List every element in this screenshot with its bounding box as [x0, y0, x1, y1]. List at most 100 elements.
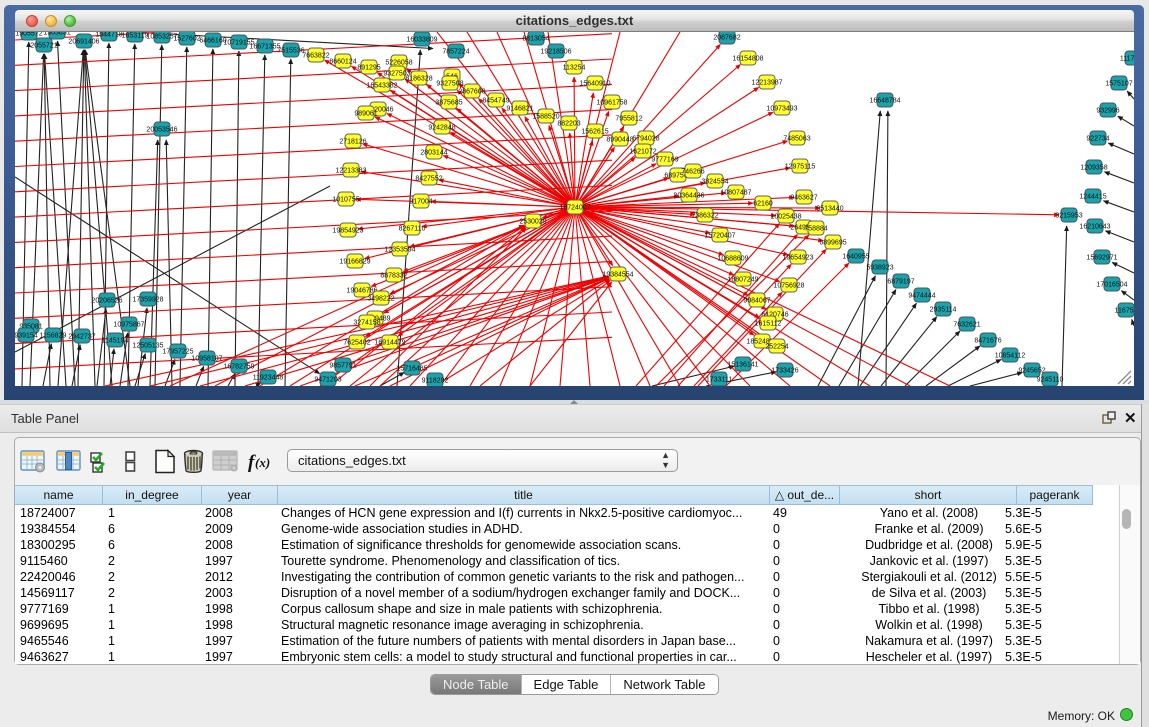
svg-text:10025438: 10025438	[770, 214, 801, 221]
svg-text:1903831: 1903831	[43, 32, 70, 37]
svg-text:1733111: 1733111	[706, 377, 732, 384]
svg-text:62160: 62160	[753, 201, 773, 208]
svg-text:2087682: 2087682	[713, 35, 740, 42]
svg-text:17957225: 17957225	[162, 349, 193, 356]
svg-text:8813054: 8813054	[522, 36, 549, 43]
svg-text:20053546: 20053546	[146, 127, 177, 134]
svg-text:3274158: 3274158	[353, 320, 380, 327]
svg-text:(x): (x)	[255, 455, 270, 470]
svg-text:2935114: 2935114	[930, 307, 957, 314]
svg-text:2055721: 2055721	[30, 43, 57, 50]
svg-text:8427552: 8427552	[415, 176, 442, 183]
svg-text:16543382: 16543382	[366, 83, 397, 90]
svg-text:746266: 746266	[681, 169, 704, 176]
svg-text:2867608: 2867608	[458, 89, 485, 96]
svg-text:3215953: 3215953	[1055, 213, 1082, 220]
svg-text:7515536: 7515536	[277, 48, 304, 55]
svg-text:1853119: 1853119	[122, 33, 149, 40]
svg-text:16648784: 16648784	[869, 98, 900, 105]
svg-text:10688609: 10688609	[717, 256, 748, 263]
svg-text:9857791: 9857791	[329, 363, 356, 370]
svg-text:8186328: 8186328	[405, 76, 432, 83]
svg-text:1944718: 1944718	[95, 32, 122, 39]
svg-text:1145194: 1145194	[102, 338, 129, 345]
svg-text:10807487: 10807487	[720, 190, 751, 197]
svg-text:15136141: 15136141	[727, 362, 758, 369]
svg-text:15720407: 15720407	[704, 233, 735, 240]
svg-text:1010755: 1010755	[332, 197, 359, 204]
svg-text:19218506: 19218506	[540, 49, 571, 56]
svg-text:10961758: 10961758	[596, 100, 627, 107]
svg-text:922734: 922734	[1086, 136, 1109, 143]
svg-text:2942737: 2942737	[68, 334, 95, 341]
svg-text:20364436: 20364436	[673, 193, 704, 200]
svg-text:12505135: 12505135	[132, 343, 163, 350]
svg-text:19166829: 19166829	[339, 259, 370, 266]
svg-text:5226058: 5226058	[385, 60, 412, 67]
svg-text:7632621: 7632621	[953, 322, 980, 329]
svg-text:9327508: 9327508	[436, 81, 463, 88]
svg-text:12353594: 12353594	[384, 247, 415, 254]
svg-text:5938923: 5938923	[866, 265, 893, 272]
svg-text:989061: 989061	[354, 111, 377, 118]
svg-text:9242848: 9242848	[428, 125, 455, 132]
svg-text:1575107: 1575107	[1105, 81, 1132, 88]
svg-text:9146821: 9146821	[506, 106, 533, 113]
svg-text:7625402: 7625402	[343, 340, 370, 347]
svg-text:7663822: 7663822	[302, 53, 329, 60]
svg-text:11923448: 11923448	[253, 375, 284, 382]
svg-text:18807249: 18807249	[727, 277, 758, 284]
svg-text:19854923: 19854923	[332, 228, 363, 235]
svg-text:8990448: 8990448	[606, 137, 633, 144]
svg-text:9777169: 9777169	[651, 157, 678, 164]
svg-text:1156829: 1156829	[40, 333, 67, 340]
svg-text:16782759: 16782759	[223, 364, 254, 371]
svg-text:1905572: 1905572	[15, 32, 42, 38]
svg-text:10973493: 10973493	[766, 106, 797, 113]
svg-text:9084067: 9084067	[743, 298, 770, 305]
svg-text:7485063: 7485063	[783, 136, 810, 143]
svg-text:939154: 939154	[15, 333, 38, 340]
svg-text:6879197: 6879197	[887, 279, 914, 286]
svg-text:10958107: 10958107	[191, 356, 222, 363]
svg-text:9118292: 9118292	[422, 378, 449, 385]
svg-text:16210643: 16210643	[1079, 224, 1110, 231]
svg-text:3875685: 3875685	[435, 100, 462, 107]
svg-text:1209358: 1209358	[1080, 165, 1107, 172]
svg-text:932996: 932996	[1096, 108, 1119, 115]
svg-text:8660124: 8660124	[329, 59, 356, 66]
svg-text:1527602: 1527602	[173, 36, 200, 43]
svg-text:116753: 116753	[1115, 308, 1134, 315]
svg-text:8471676: 8471676	[974, 338, 1001, 345]
svg-text:2530029: 2530029	[519, 219, 546, 226]
svg-text:16033809: 16033809	[406, 37, 437, 44]
svg-text:1117524: 1117524	[1120, 56, 1134, 63]
svg-text:20691406: 20691406	[68, 39, 99, 46]
svg-text:8878332: 8878332	[380, 273, 407, 280]
svg-text:15640910: 15640910	[579, 81, 610, 88]
svg-text:2803144: 2803144	[420, 150, 447, 157]
svg-text:9474444: 9474444	[908, 293, 935, 300]
svg-text:18724007: 18724007	[559, 205, 590, 212]
svg-text:12213383: 12213383	[335, 168, 366, 175]
svg-text:9513440: 9513440	[816, 206, 843, 213]
svg-text:1733426: 1733426	[771, 368, 798, 375]
svg-text:9245110: 9245110	[1037, 377, 1064, 384]
svg-text:16671355: 16671355	[249, 44, 280, 51]
svg-text:9471203: 9471203	[314, 377, 341, 384]
svg-text:6899695: 6899695	[819, 240, 846, 247]
svg-text:9245652: 9245652	[1018, 368, 1045, 375]
svg-text:19384554: 19384554	[602, 272, 633, 279]
svg-text:10654112: 10654112	[995, 353, 1026, 360]
svg-text:12213987: 12213987	[751, 80, 782, 87]
svg-text:1615112: 1615112	[755, 321, 782, 328]
svg-text:15716485: 15716485	[396, 366, 427, 373]
svg-text:10975867: 10975867	[113, 322, 144, 329]
svg-text:3824554: 3824554	[701, 179, 728, 186]
svg-text:17016504: 17016504	[1096, 282, 1127, 289]
svg-text:1244415: 1244415	[1079, 194, 1106, 201]
svg-text:758884: 758884	[804, 226, 827, 233]
svg-text:2718126: 2718126	[339, 139, 366, 146]
svg-text:19654923: 19654923	[782, 255, 813, 262]
svg-text:12975115: 12975115	[785, 164, 816, 171]
